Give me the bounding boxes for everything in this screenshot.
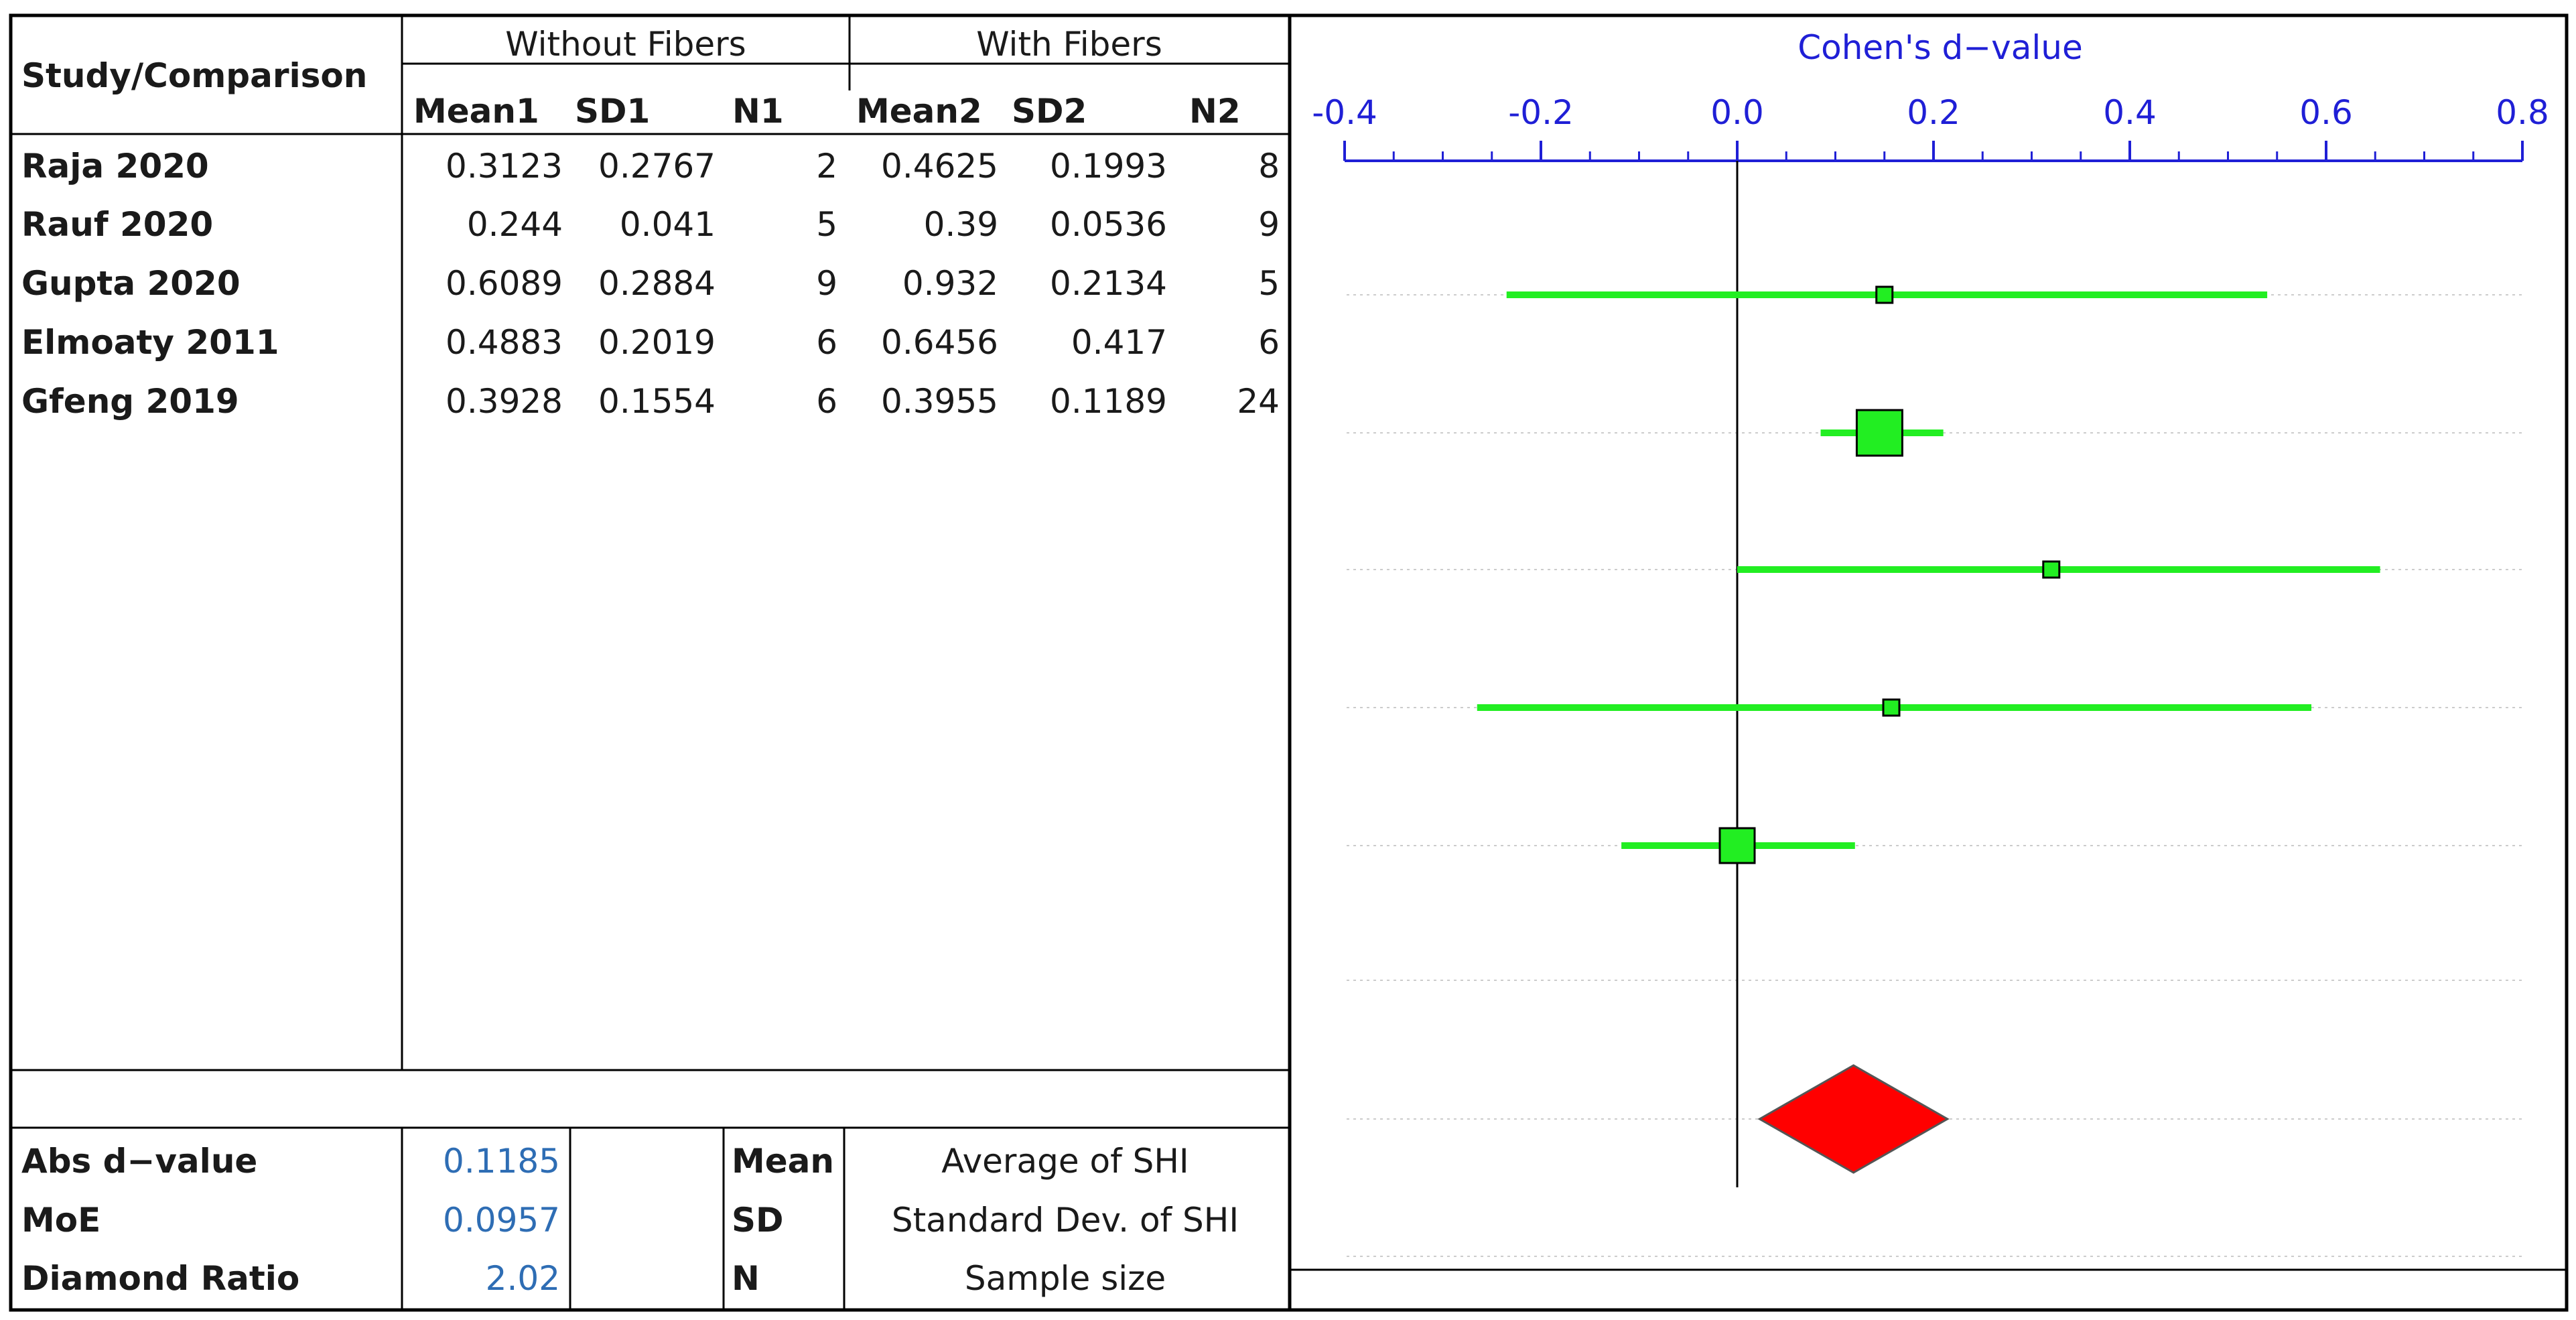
data-table: Study/Comparison Without Fibers With Fib… [11, 17, 1292, 1310]
summary-value: 2.02 [486, 1259, 560, 1298]
cell-n1: 6 [816, 323, 837, 362]
cell-mean2: 0.39 [924, 205, 998, 244]
cell-n1: 9 [816, 264, 837, 303]
study-effect [1477, 698, 2312, 717]
cell-sd2: 0.0536 [1050, 205, 1167, 244]
summary-row: Diamond Ratio 2.02 [21, 1259, 560, 1298]
cell-mean2: 0.6456 [881, 323, 998, 362]
effect-marker [1718, 827, 1756, 864]
summary-value: 0.0957 [443, 1201, 560, 1240]
table-row: Elmoaty 2011 0.4883 0.2019 6 0.6456 0.417 6 [21, 323, 1280, 362]
cell-mean2: 0.932 [902, 264, 998, 303]
cell-n1: 5 [816, 205, 837, 244]
cell-n2: 8 [1258, 147, 1280, 186]
effect-marker [2042, 560, 2061, 579]
tick-label: -0.2 [1508, 93, 1574, 132]
cell-sd1: 0.2884 [598, 264, 716, 303]
cell-n2: 24 [1237, 382, 1280, 421]
cell-mean1: 0.244 [467, 205, 563, 244]
study-name: Elmoaty 2011 [21, 323, 279, 362]
cell-mean1: 0.3123 [446, 147, 563, 186]
study-effect [1737, 560, 2380, 579]
tick-label: 0.6 [2299, 93, 2353, 132]
summary-label: Diamond Ratio [21, 1259, 299, 1298]
forest-chart: Cohen's d−value -0.4 -0.2 0.0 0.2 0.4 0.6 0.8 [1290, 28, 2567, 1271]
summary-diamond [1757, 1064, 1950, 1174]
study-effect [1621, 827, 1855, 864]
cell-mean1: 0.4883 [446, 323, 563, 362]
summary-value: 0.1185 [443, 1142, 560, 1181]
effect-marker [1875, 285, 1894, 304]
legend-row: N Sample size [732, 1259, 1166, 1298]
study-effect [1506, 285, 2268, 304]
legend-key: Mean [732, 1142, 834, 1181]
summary-label: Abs d−value [21, 1142, 257, 1181]
summary-stats: Abs d−value 0.1185 MoE 0.0957 Diamond Ratio 2… [21, 1142, 560, 1298]
table-row: Gfeng 2019 0.3928 0.1554 6 0.3955 0.1189 24 [21, 382, 1280, 421]
summary-row: Abs d−value 0.1185 [21, 1142, 560, 1181]
legend-desc: Average of SHI [941, 1142, 1189, 1181]
column-header-mean1: Mean1 [413, 92, 539, 131]
legend-desc: Sample size [965, 1259, 1166, 1298]
cell-n2: 5 [1258, 264, 1280, 303]
cell-n1: 2 [816, 147, 837, 186]
cell-mean1: 0.6089 [446, 264, 563, 303]
column-header-sd2: SD2 [1012, 92, 1087, 131]
column-headers: Mean1 SD1 N1 Mean2 SD2 N2 [413, 92, 1241, 131]
cell-sd2: 0.417 [1071, 323, 1167, 362]
study-header: Study/Comparison [21, 56, 367, 95]
forest-plot-figure: Study/Comparison Without Fibers With Fib… [9, 13, 2569, 1312]
column-header-n1: N1 [732, 92, 784, 131]
tick-label: 0.2 [1907, 93, 1960, 132]
table-row: Gupta 2020 0.6089 0.2884 9 0.932 0.2134 5 [21, 264, 1280, 303]
cell-sd1: 0.2019 [598, 323, 716, 362]
column-header-mean2: Mean2 [856, 92, 982, 131]
cell-sd2: 0.2134 [1050, 264, 1167, 303]
study-name: Rauf 2020 [21, 205, 213, 244]
cell-sd2: 0.1993 [1050, 147, 1167, 186]
effect-marker [1855, 409, 1903, 457]
cell-mean2: 0.4625 [881, 147, 998, 186]
summary-row: MoE 0.0957 [21, 1201, 560, 1240]
tick-label: 0.8 [2496, 93, 2549, 132]
legend-key: N [732, 1259, 760, 1298]
cell-mean2: 0.3955 [881, 382, 998, 421]
tick-label: 0.0 [1710, 93, 1764, 132]
study-name: Raja 2020 [21, 147, 209, 186]
table-row: Raja 2020 0.3123 0.2767 2 0.4625 0.1993 8 [21, 147, 1280, 186]
study-effects [1477, 285, 2380, 864]
cell-sd1: 0.041 [620, 205, 716, 244]
chart-title: Cohen's d−value [1798, 28, 2083, 67]
cell-n2: 6 [1258, 323, 1280, 362]
legend-key: SD [732, 1201, 784, 1240]
table-row: Rauf 2020 0.244 0.041 5 0.39 0.0536 9 [21, 205, 1280, 244]
legend-desc: Standard Dev. of SHI [892, 1201, 1239, 1240]
cell-n1: 6 [816, 382, 837, 421]
abbreviation-legend: Mean Average of SHI SD Standard Dev. of SHI… [732, 1142, 1239, 1298]
tick-label: -0.4 [1312, 93, 1377, 132]
study-effect [1820, 409, 1944, 457]
legend-row: Mean Average of SHI [732, 1142, 1189, 1181]
column-header-sd1: SD1 [575, 92, 650, 131]
group2-header: With Fibers [976, 25, 1162, 64]
cell-mean1: 0.3928 [446, 382, 563, 421]
cell-sd1: 0.2767 [598, 147, 716, 186]
summary-label: MoE [21, 1201, 100, 1240]
cell-sd2: 0.1189 [1050, 382, 1167, 421]
tick-label: 0.4 [2103, 93, 2157, 132]
study-name: Gupta 2020 [21, 264, 241, 303]
group1-header: Without Fibers [505, 25, 746, 64]
cell-n2: 9 [1258, 205, 1280, 244]
effect-marker [1882, 698, 1901, 717]
column-header-n2: N2 [1189, 92, 1241, 131]
x-axis-ticks: -0.4 -0.2 0.0 0.2 0.4 0.6 0.8 [1312, 93, 2549, 161]
cell-sd1: 0.1554 [598, 382, 716, 421]
legend-row: SD Standard Dev. of SHI [732, 1201, 1239, 1240]
study-name: Gfeng 2019 [21, 382, 239, 421]
table-body: Raja 2020 0.3123 0.2767 2 0.4625 0.1993 8 Rauf … [21, 147, 1280, 421]
